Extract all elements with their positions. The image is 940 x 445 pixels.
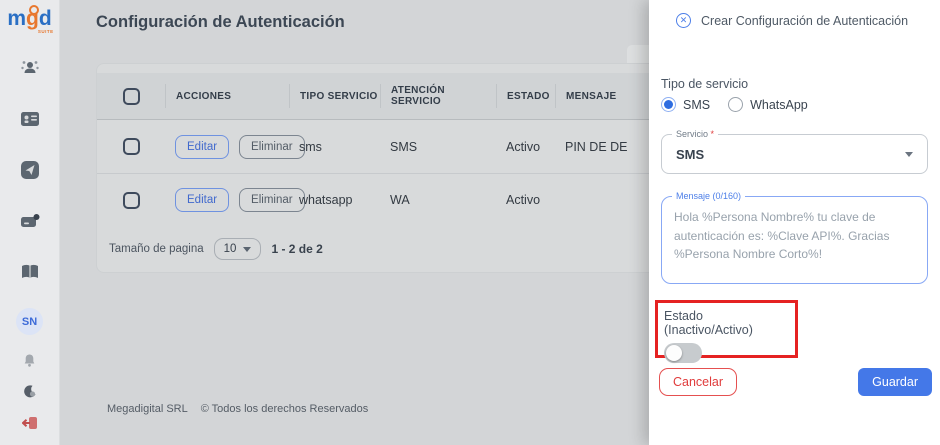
logo-letter-m: m <box>7 7 26 30</box>
pos-device-icon <box>18 209 42 238</box>
page-title: Configuración de Autenticación <box>96 13 345 32</box>
cell-estado: Activo <box>496 193 555 207</box>
radio-sms-label[interactable]: SMS <box>683 98 710 112</box>
cell-atencion-servicio: WA <box>380 193 496 207</box>
edit-button[interactable]: Editar <box>175 135 229 159</box>
footer-company: Megadigital SRL <box>107 403 188 415</box>
logo-suite-label: SUITE <box>38 30 54 35</box>
sidebar: mgd SUITE SN <box>0 0 60 445</box>
mensaje-label: Mensaje (0/160) <box>672 191 745 202</box>
header-tipo-servicio[interactable]: TIPO SERVICIO <box>289 84 380 108</box>
drawer-header: ✕ Crear Configuración de Autenticación <box>676 13 908 28</box>
annotation-highlight: Estado (Inactivo/Activo) <box>655 300 798 358</box>
row-checkbox[interactable] <box>123 138 140 155</box>
row-checkbox[interactable] <box>123 192 140 209</box>
header-estado[interactable]: ESTADO <box>496 84 555 108</box>
select-all-checkbox[interactable] <box>123 88 140 105</box>
header-atencion-servicio[interactable]: ATENCIÓN SERVICIO <box>380 84 496 108</box>
logout-button[interactable] <box>18 413 42 437</box>
sidebar-item-devices[interactable] <box>13 206 47 240</box>
page-size-select[interactable]: 10 <box>214 238 262 260</box>
sidebar-item-users[interactable] <box>13 53 47 87</box>
drawer-title: Crear Configuración de Autenticación <box>701 14 908 28</box>
edit-button[interactable]: Editar <box>175 188 229 212</box>
cell-tipo-servicio: whatsapp <box>289 193 380 207</box>
cell-atencion-servicio: SMS <box>380 140 496 154</box>
send-icon <box>19 159 41 186</box>
tipo-de-servicio-label: Tipo de servicio <box>661 77 748 91</box>
app-logo[interactable]: mgd SUITE <box>7 8 51 29</box>
footer-copyright: © Todos los derechos Reservados <box>201 403 369 415</box>
pagination-range: 1 - 2 de 2 <box>271 242 322 256</box>
tipo-de-servicio-radio-group: SMS WhatsApp <box>661 97 826 112</box>
book-icon <box>19 261 41 288</box>
radio-whatsapp[interactable] <box>728 97 743 112</box>
close-icon[interactable]: ✕ <box>676 13 691 28</box>
mensaje-textarea[interactable] <box>662 197 927 283</box>
chevron-down-icon <box>905 152 913 157</box>
chevron-down-icon <box>243 247 251 252</box>
servicio-label: Servicio * <box>672 129 718 140</box>
radio-sms[interactable] <box>661 97 676 112</box>
page-size-value: 10 <box>224 243 237 255</box>
servicio-value: SMS <box>676 147 704 162</box>
bell-icon <box>22 353 37 373</box>
page-size-label: Tamaño de pagina <box>109 243 204 255</box>
id-card-icon <box>19 108 41 135</box>
cell-estado: Activo <box>496 140 555 154</box>
logo-letter-g: g <box>26 7 39 30</box>
cancel-button[interactable]: Cancelar <box>659 368 737 396</box>
notifications-button[interactable] <box>18 351 42 375</box>
sidebar-item-docs[interactable] <box>13 257 47 291</box>
required-asterisk: * <box>711 129 715 139</box>
users-icon <box>19 57 41 84</box>
sidebar-item-send[interactable] <box>13 155 47 189</box>
dark-mode-button[interactable] <box>18 382 42 406</box>
servicio-select[interactable]: Servicio * SMS <box>661 134 928 174</box>
radio-whatsapp-label[interactable]: WhatsApp <box>750 98 808 112</box>
create-auth-config-drawer: ✕ Crear Configuración de Autenticación T… <box>649 0 940 445</box>
footer: Megadigital SRL © Todos los derechos Res… <box>107 403 368 415</box>
moon-icon <box>22 384 37 404</box>
estado-toggle[interactable] <box>664 343 702 363</box>
header-acciones[interactable]: ACCIONES <box>165 84 289 108</box>
toggle-knob <box>666 345 682 361</box>
mensaje-field: Mensaje (0/160) <box>661 196 928 284</box>
drawer-actions: Cancelar Guardar <box>659 368 932 396</box>
estado-label: Estado (Inactivo/Activo) <box>664 309 795 337</box>
save-button[interactable]: Guardar <box>858 368 932 396</box>
logo-letter-d: d <box>39 7 52 30</box>
logout-icon <box>22 416 38 435</box>
sidebar-item-contacts[interactable] <box>13 104 47 138</box>
cell-tipo-servicio: sms <box>289 140 380 154</box>
user-avatar[interactable]: SN <box>16 308 43 335</box>
